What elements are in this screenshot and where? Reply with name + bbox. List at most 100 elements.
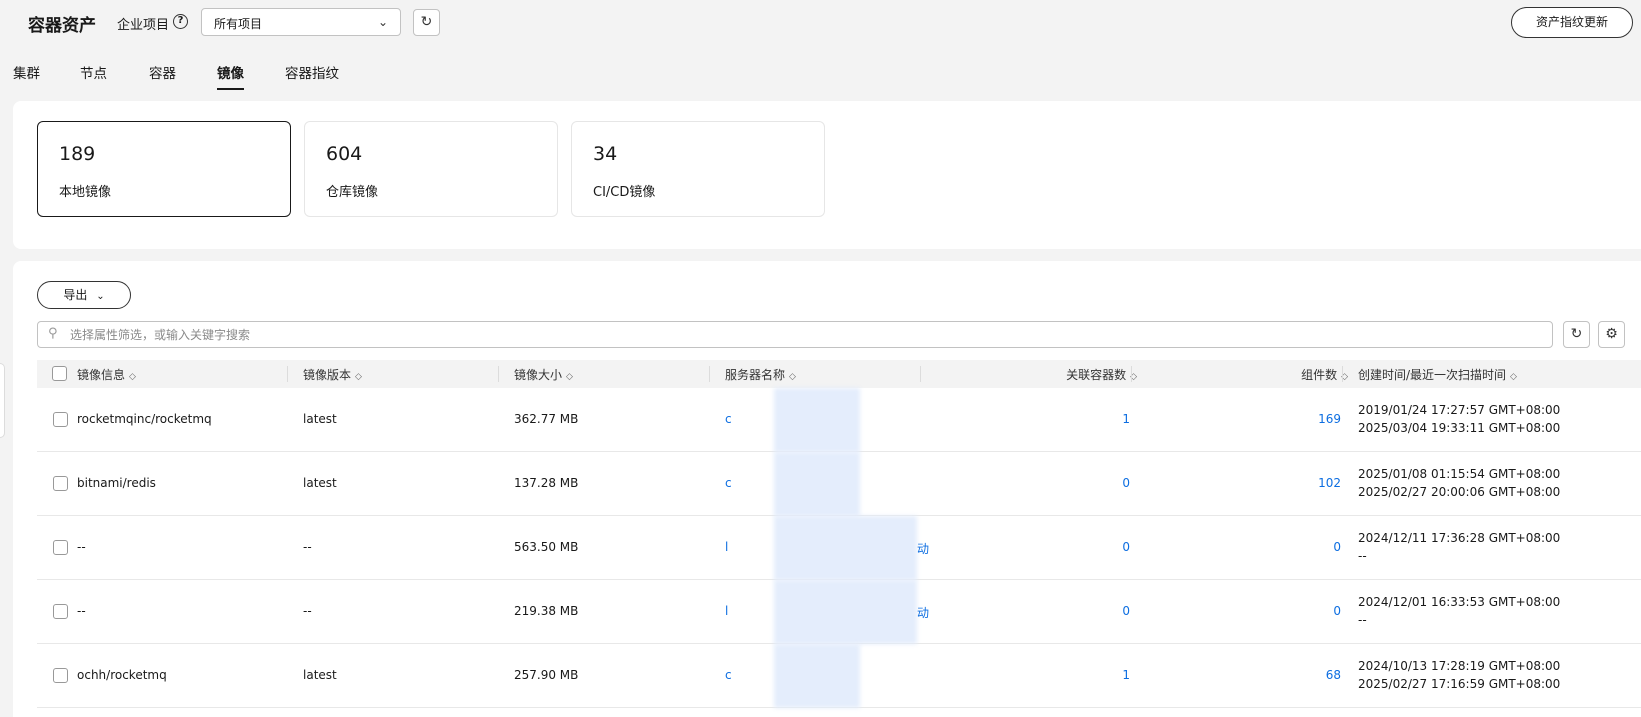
server-status-link[interactable]: 动 (917, 540, 929, 557)
linked-containers-link[interactable]: 0 (1122, 604, 1130, 618)
row-checkbox[interactable] (53, 412, 68, 427)
sort-icon[interactable]: ◇ (1510, 372, 1517, 382)
local-image-card[interactable]: 189 本地镜像 (37, 121, 291, 217)
redaction-blur (774, 516, 917, 580)
tab-container-fingerprint[interactable]: 容器指纹 (285, 62, 339, 90)
created-time: 2024/10/13 17:28:19 GMT+08:00 (1358, 659, 1561, 673)
col-image-info[interactable]: 镜像信息 ◇ (77, 366, 136, 383)
image-name: ochh/rocketmq (77, 668, 167, 682)
redaction-blur (774, 580, 917, 644)
registry-image-count: 604 (326, 143, 363, 165)
scan-time: -- (1358, 613, 1367, 627)
table-row: ochh/rocketmq latest 257.90 MB c 1 68 20… (37, 644, 1641, 708)
tab-container[interactable]: 容器 (149, 62, 176, 90)
sort-icon[interactable]: ◇ (789, 372, 796, 382)
components-link[interactable]: 0 (1333, 604, 1341, 618)
created-time: 2024/12/01 16:33:53 GMT+08:00 (1358, 595, 1561, 609)
side-collapse-handle[interactable] (0, 363, 5, 438)
row-checkbox[interactable] (53, 604, 68, 619)
search-icon: ⚲ (48, 326, 58, 341)
image-size: 362.77 MB (514, 412, 579, 426)
cicd-image-card[interactable]: 34 CI/CD镜像 (571, 121, 825, 217)
image-summary-panel: 189 本地镜像 604 仓库镜像 34 CI/CD镜像 (13, 101, 1641, 249)
image-version: -- (303, 540, 312, 554)
image-version: latest (303, 476, 337, 490)
image-name: -- (77, 604, 86, 618)
local-image-count: 189 (59, 143, 96, 165)
server-name-link[interactable]: l (725, 540, 728, 554)
page-title: 容器资产 (28, 16, 96, 36)
components-link[interactable]: 0 (1333, 540, 1341, 554)
row-checkbox[interactable] (53, 476, 68, 491)
table-row: -- -- 563.50 MB l 动 0 0 2024/12/11 17:36… (37, 516, 1641, 580)
help-icon[interactable]: ? (173, 14, 188, 29)
tab-node[interactable]: 节点 (80, 62, 107, 90)
linked-containers-link[interactable]: 0 (1122, 540, 1130, 554)
page-header: 容器资产 企业项目 ? 所有项目 ⌄ ↻ 资产指纹更新 (0, 0, 1641, 46)
col-created-scan-time[interactable]: 创建时间/最近一次扫描时间 ◇ (1358, 366, 1517, 383)
table-row: rocketmqinc/rocketmq latest 362.77 MB c … (37, 388, 1641, 452)
image-size: 257.90 MB (514, 668, 579, 682)
project-select-value: 所有项目 (214, 17, 263, 31)
server-status-link[interactable]: 动 (917, 604, 929, 621)
table-header: 镜像信息 ◇ 镜像版本 ◇ 镜像大小 ◇ 服务器名称 ◇ 关联容器数 ◇ 组件数 ◇ 创建时… (37, 360, 1641, 388)
image-name: rocketmqinc/rocketmq (77, 412, 212, 426)
local-image-label: 本地镜像 (59, 185, 112, 200)
col-linked-containers[interactable]: 关联容器数 ◇ (1066, 366, 1137, 383)
linked-containers-link[interactable]: 0 (1122, 476, 1130, 490)
image-version: -- (303, 604, 312, 618)
linked-containers-link[interactable]: 1 (1122, 668, 1130, 682)
image-size: 563.50 MB (514, 540, 579, 554)
export-button[interactable]: 导出 ⌄ (37, 281, 131, 309)
image-size: 137.28 MB (514, 476, 579, 490)
refresh-list-icon[interactable]: ↻ (1563, 321, 1590, 348)
sort-icon[interactable]: ◇ (566, 372, 573, 382)
redaction-blur (774, 452, 860, 516)
components-link[interactable]: 68 (1326, 668, 1341, 682)
tab-image[interactable]: 镜像 (217, 62, 244, 90)
image-name: bitnami/redis (77, 476, 156, 490)
server-name-link[interactable]: c (725, 668, 732, 682)
table-row: -- -- 219.38 MB l 动 0 0 2024/12/01 16:33… (37, 580, 1641, 644)
image-size: 219.38 MB (514, 604, 579, 618)
table-row: bitnami/redis latest 137.28 MB c 0 102 2… (37, 452, 1641, 516)
tab-cluster[interactable]: 集群 (13, 62, 40, 90)
image-list-panel: 导出 ⌄ ⚲ ↻ ⚙ 镜像信息◇ 镜像版本◇ 镜像大小◇ 服务器名称◇ 关联容器… (13, 261, 1641, 717)
sort-icon[interactable]: ◇ (355, 372, 362, 382)
search-input[interactable] (70, 324, 1540, 345)
col-components[interactable]: 组件数 ◇ (1301, 366, 1348, 383)
col-image-size[interactable]: 镜像大小 ◇ (514, 366, 573, 383)
redaction-blur (774, 644, 860, 708)
settings-gear-icon[interactable]: ⚙ (1598, 321, 1625, 348)
image-version: latest (303, 668, 337, 682)
scan-time: 2025/03/04 19:33:11 GMT+08:00 (1358, 421, 1561, 435)
project-label: 企业项目 (117, 18, 170, 33)
select-all-checkbox[interactable] (52, 366, 67, 381)
scan-time: 2025/02/27 17:16:59 GMT+08:00 (1358, 677, 1561, 691)
row-checkbox[interactable] (53, 668, 68, 683)
export-label: 导出 (63, 288, 88, 302)
registry-image-card[interactable]: 604 仓库镜像 (304, 121, 558, 217)
sort-icon[interactable]: ◇ (129, 372, 136, 382)
chevron-down-icon: ⌄ (377, 15, 388, 29)
col-image-version[interactable]: 镜像版本 ◇ (303, 366, 362, 383)
scan-time: -- (1358, 549, 1367, 563)
server-name-link[interactable]: l (725, 604, 728, 618)
project-select[interactable]: 所有项目 ⌄ (201, 8, 401, 36)
refresh-icon[interactable]: ↻ (413, 9, 440, 36)
components-link[interactable]: 169 (1318, 412, 1341, 426)
update-fingerprint-button[interactable]: 资产指纹更新 (1511, 7, 1633, 38)
linked-containers-link[interactable]: 1 (1122, 412, 1130, 426)
scan-time: 2025/02/27 20:00:06 GMT+08:00 (1358, 485, 1561, 499)
image-name: -- (77, 540, 86, 554)
server-name-link[interactable]: c (725, 412, 732, 426)
search-box[interactable]: ⚲ (37, 321, 1553, 348)
col-server-name[interactable]: 服务器名称 ◇ (725, 366, 796, 383)
redaction-blur (774, 388, 860, 452)
row-checkbox[interactable] (53, 540, 68, 555)
server-name-link[interactable]: c (725, 476, 732, 490)
chevron-down-icon: ⌄ (96, 291, 105, 302)
components-link[interactable]: 102 (1318, 476, 1341, 490)
created-time: 2025/01/08 01:15:54 GMT+08:00 (1358, 467, 1561, 481)
created-time: 2019/01/24 17:27:57 GMT+08:00 (1358, 403, 1561, 417)
